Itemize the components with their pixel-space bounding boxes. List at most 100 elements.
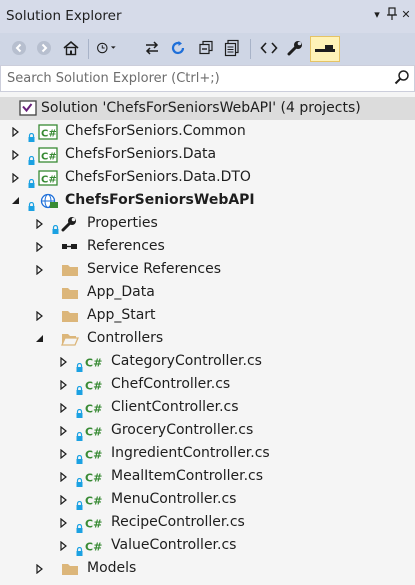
lock-icon bbox=[28, 173, 35, 188]
tree-item-cs-file[interactable]: C# IngredientController.cs bbox=[0, 442, 415, 465]
tree-item-cs-file[interactable]: C# ClientController.cs bbox=[0, 396, 415, 419]
expand-arrow-icon[interactable] bbox=[58, 396, 68, 419]
csharp-file-icon: C# bbox=[85, 377, 105, 393]
lock-icon bbox=[76, 403, 83, 418]
expand-arrow-icon[interactable] bbox=[10, 120, 20, 143]
expand-arrow-icon[interactable] bbox=[58, 465, 68, 488]
tree-item-controllers[interactable]: Controllers bbox=[0, 327, 415, 350]
expand-arrow-icon[interactable] bbox=[58, 350, 68, 373]
window-title: Solution Explorer bbox=[6, 8, 122, 24]
lock-icon bbox=[76, 357, 83, 372]
expand-arrow-icon[interactable] bbox=[34, 258, 44, 281]
view-code-icon[interactable] bbox=[258, 37, 280, 59]
tree-item-cs-file[interactable]: C# ValueController.cs bbox=[0, 534, 415, 557]
tree-item-models[interactable]: Models bbox=[0, 557, 415, 580]
search-icon[interactable] bbox=[394, 69, 412, 87]
expand-arrow-icon[interactable] bbox=[34, 212, 44, 235]
csharp-project-icon: C# bbox=[38, 124, 58, 140]
service-references-label: Service References bbox=[87, 261, 221, 277]
expand-arrow-icon[interactable] bbox=[58, 488, 68, 511]
app-start-label: App_Start bbox=[87, 307, 156, 323]
history-icon[interactable] bbox=[96, 37, 118, 59]
expand-arrow-icon[interactable] bbox=[34, 304, 44, 327]
solution-icon bbox=[19, 100, 37, 116]
tree-item-service-references[interactable]: Service References bbox=[0, 258, 415, 281]
refresh-icon[interactable] bbox=[167, 37, 189, 59]
tree-item-cs-file[interactable]: C# ChefController.cs bbox=[0, 373, 415, 396]
file-label: GroceryController.cs bbox=[111, 422, 254, 438]
lock-icon bbox=[28, 127, 35, 142]
tree-item-solution[interactable]: Solution 'ChefsForSeniorsWebAPI' (4 proj… bbox=[0, 97, 415, 120]
references-label: References bbox=[87, 238, 165, 254]
collapse-arrow-icon[interactable] bbox=[10, 189, 20, 212]
file-label: ChefController.cs bbox=[111, 376, 231, 392]
tree-item-project[interactable]: C# ChefsForSeniors.Common bbox=[0, 120, 415, 143]
tree-item-project[interactable]: C# ChefsForSeniors.Data.DTO bbox=[0, 166, 415, 189]
tree-item-cs-file[interactable]: C# MealItemController.cs bbox=[0, 465, 415, 488]
file-label: IngredientController.cs bbox=[111, 445, 270, 461]
properties-wrench-icon[interactable] bbox=[284, 37, 306, 59]
svg-text:C#: C# bbox=[41, 175, 57, 186]
svg-text:C#: C# bbox=[41, 152, 57, 163]
lock-icon bbox=[76, 449, 83, 464]
tree-item-cs-file[interactable]: C# CategoryController.cs bbox=[0, 350, 415, 373]
tree-item-cs-file[interactable]: C# RecipeController.cs bbox=[0, 511, 415, 534]
back-icon[interactable] bbox=[8, 37, 30, 59]
csharp-project-icon: C# bbox=[38, 170, 58, 186]
expand-arrow-icon[interactable] bbox=[58, 511, 68, 534]
collapse-all-icon[interactable] bbox=[195, 37, 217, 59]
search-input[interactable] bbox=[7, 69, 387, 87]
tree-item-references[interactable]: References bbox=[0, 235, 415, 258]
folder-icon bbox=[61, 561, 79, 577]
csharp-file-icon: C# bbox=[85, 469, 105, 485]
file-label: ClientController.cs bbox=[111, 399, 239, 415]
home-icon[interactable] bbox=[60, 37, 82, 59]
lock-icon bbox=[76, 518, 83, 533]
collapse-arrow-icon[interactable] bbox=[34, 327, 44, 350]
expand-arrow-icon[interactable] bbox=[58, 442, 68, 465]
lock-icon bbox=[76, 495, 83, 510]
pin-icon[interactable] bbox=[385, 7, 399, 23]
wrench-icon bbox=[61, 216, 77, 232]
search-box bbox=[0, 65, 415, 92]
tree-item-app-data[interactable]: App_Data bbox=[0, 281, 415, 304]
csharp-file-icon: C# bbox=[85, 354, 105, 370]
lock-icon bbox=[76, 380, 83, 395]
lock-icon bbox=[76, 426, 83, 441]
svg-text:C#: C# bbox=[85, 472, 102, 485]
tree-item-cs-file[interactable]: C# GroceryController.cs bbox=[0, 419, 415, 442]
expand-arrow-icon[interactable] bbox=[10, 143, 20, 166]
lock-icon bbox=[52, 219, 59, 234]
file-label: MealItemController.cs bbox=[111, 468, 264, 484]
expand-arrow-icon[interactable] bbox=[58, 419, 68, 442]
expand-arrow-icon[interactable] bbox=[58, 373, 68, 396]
forward-icon[interactable] bbox=[33, 37, 55, 59]
svg-text:C#: C# bbox=[85, 403, 102, 416]
window-position-dropdown-icon[interactable]: ▾ bbox=[370, 7, 384, 23]
expand-arrow-icon[interactable] bbox=[34, 235, 44, 258]
expand-arrow-icon[interactable] bbox=[58, 534, 68, 557]
csharp-file-icon: C# bbox=[85, 492, 105, 508]
toolbar-separator bbox=[250, 39, 251, 59]
expand-arrow-icon[interactable] bbox=[10, 166, 20, 189]
expand-arrow-icon[interactable] bbox=[34, 557, 44, 580]
csharp-file-icon: C# bbox=[85, 515, 105, 531]
tree-item-project-webapi[interactable]: ChefsForSeniorsWebAPI bbox=[0, 189, 415, 212]
tree-item-app-start[interactable]: App_Start bbox=[0, 304, 415, 327]
folder-icon bbox=[61, 285, 79, 301]
svg-text:C#: C# bbox=[85, 541, 102, 554]
tree-item-cs-file[interactable]: C# MenuController.cs bbox=[0, 488, 415, 511]
sync-icon[interactable] bbox=[141, 37, 163, 59]
lock-icon bbox=[28, 150, 35, 165]
lock-icon bbox=[76, 472, 83, 487]
preview-selected-icon[interactable] bbox=[310, 36, 340, 62]
file-label: CategoryController.cs bbox=[111, 353, 262, 369]
controllers-label: Controllers bbox=[87, 330, 164, 346]
close-icon[interactable]: ✕ bbox=[399, 7, 413, 23]
svg-text:C#: C# bbox=[85, 518, 102, 531]
show-all-files-icon[interactable] bbox=[221, 37, 243, 59]
toolbar bbox=[0, 33, 415, 65]
project-label: ChefsForSeniors.Data.DTO bbox=[65, 169, 251, 185]
tree-item-project[interactable]: C# ChefsForSeniors.Data bbox=[0, 143, 415, 166]
tree-item-properties[interactable]: Properties bbox=[0, 212, 415, 235]
